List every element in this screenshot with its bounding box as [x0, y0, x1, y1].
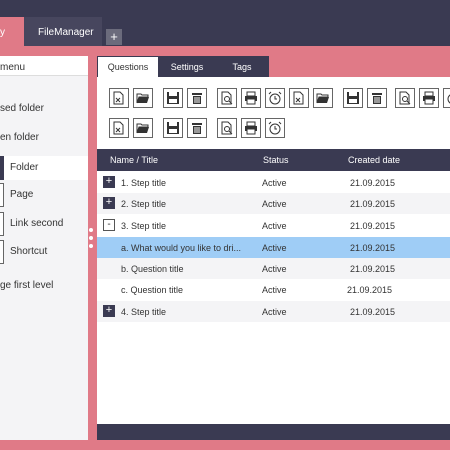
folder-open-icon[interactable] [133, 88, 153, 108]
tab-filemanager-label: FileManager [38, 27, 94, 38]
type-item-label: Shortcut [10, 246, 48, 257]
type-item-folder[interactable]: Folder [0, 156, 88, 180]
row-title: a. What would you like to dri... [121, 243, 242, 253]
row-status: Active [262, 264, 287, 274]
type-folder-marker [0, 156, 4, 180]
expand-icon[interactable]: + [103, 197, 115, 209]
add-tab-button[interactable]: + [106, 29, 122, 45]
save-icon[interactable] [163, 118, 183, 138]
row-title: 3. Step title [121, 221, 167, 231]
table-row-selected[interactable]: a. What would you like to dri... Active … [97, 237, 450, 258]
tab-questions-label: Questions [107, 62, 149, 72]
column-header-title[interactable]: Name / Title [110, 155, 158, 165]
save-icon[interactable] [343, 88, 363, 108]
table-row[interactable]: b. Question title Active 21.09.2015 [97, 258, 450, 279]
table-row[interactable]: + 2. Step title Active 21.09.2015 [97, 193, 450, 214]
row-status: Active [262, 285, 287, 295]
left-item-label: sed folder [0, 103, 44, 114]
drag-dot [89, 244, 93, 248]
row-title: 1. Step title [121, 178, 167, 188]
left-footer-label: ge first level [0, 280, 54, 291]
row-status: Active [262, 178, 287, 188]
type-page-marker [0, 183, 4, 207]
row-title: b. Question title [121, 264, 184, 274]
trash-icon[interactable] [187, 118, 207, 138]
print-icon[interactable] [419, 88, 439, 108]
expand-icon[interactable]: + [103, 305, 115, 317]
drag-dot [89, 236, 93, 240]
row-date: 21.09.2015 [350, 264, 396, 274]
save-icon[interactable] [163, 88, 183, 108]
expand-icon[interactable]: + [103, 176, 115, 188]
tab-questions[interactable]: Questions [97, 56, 159, 77]
row-date: 21.09.2015 [347, 285, 393, 295]
tab-tags-label: Tags [232, 62, 252, 72]
left-footer-item[interactable]: ge first level [0, 280, 53, 291]
type-item-label: Link second [10, 218, 64, 229]
table-row[interactable]: c. Question title Active 21.09.2015 [97, 279, 450, 300]
trash-icon[interactable] [367, 88, 387, 108]
type-item-label: Page [10, 189, 34, 200]
left-item-closed-folder[interactable]: sed folder [0, 103, 44, 114]
table-header: Name / Title Status Created date [97, 149, 450, 171]
left-panel-header: menu [0, 56, 88, 76]
tab-settings-label: Settings [170, 62, 204, 72]
panel-resize-handle[interactable] [89, 228, 94, 252]
folder-open-icon[interactable] [313, 88, 333, 108]
file-search-icon[interactable] [217, 118, 237, 138]
column-header-status[interactable]: Status [263, 155, 289, 165]
tab-active-label: y [0, 27, 5, 38]
row-date: 21.09.2015 [350, 307, 396, 317]
file-delete-icon[interactable] [109, 88, 129, 108]
type-item-page[interactable]: Page [0, 183, 88, 207]
toolbar [97, 77, 450, 149]
file-search-icon[interactable] [395, 88, 415, 108]
tab-active[interactable]: y [0, 17, 24, 46]
collapse-icon[interactable]: - [103, 219, 115, 231]
type-link-marker [0, 212, 4, 236]
column-header-date[interactable]: Created date [348, 155, 400, 165]
type-shortcut-marker [0, 240, 4, 264]
alarm-clock-icon[interactable] [265, 88, 285, 108]
type-item-label: Folder [10, 162, 39, 173]
left-item-label: en folder [0, 132, 39, 143]
table-row[interactable]: - 3. Step title Active 21.09.2015 [97, 215, 450, 236]
row-date: 21.09.2015 [350, 243, 396, 253]
row-date: 21.09.2015 [350, 199, 396, 209]
alarm-clock-icon[interactable] [443, 88, 450, 108]
file-search-icon[interactable] [217, 88, 237, 108]
folder-open-icon[interactable] [133, 118, 153, 138]
row-title: c. Question title [121, 285, 184, 295]
left-panel-header-label: menu [0, 62, 26, 73]
type-item-shortcut[interactable]: Shortcut [0, 240, 88, 264]
tab-filemanager[interactable]: FileManager [24, 17, 102, 46]
main-footer-bar [97, 424, 450, 440]
tab-tags[interactable]: Tags [215, 56, 269, 77]
file-delete-icon[interactable] [109, 118, 129, 138]
row-title: 2. Step title [121, 199, 167, 209]
left-panel: menu sed folder en folder Folder Page Li… [0, 56, 88, 440]
trash-icon[interactable] [187, 88, 207, 108]
drag-dot [89, 228, 93, 232]
left-item-open-folder[interactable]: en folder [0, 132, 39, 143]
type-item-link-second[interactable]: Link second [0, 212, 88, 236]
row-status: Active [262, 307, 287, 317]
file-delete-icon[interactable] [289, 88, 309, 108]
table-row[interactable]: + 1. Step title Active 21.09.2015 [97, 172, 450, 193]
table-row[interactable]: + 4. Step title Active 21.09.2015 [97, 301, 450, 322]
row-status: Active [262, 243, 287, 253]
row-title: 4. Step title [121, 307, 167, 317]
alarm-clock-icon[interactable] [265, 118, 285, 138]
tab-settings[interactable]: Settings [159, 56, 215, 77]
row-date: 21.09.2015 [350, 178, 396, 188]
subtab-bar: Questions Settings Tags [97, 56, 450, 77]
row-date: 21.09.2015 [350, 221, 396, 231]
row-status: Active [262, 199, 287, 209]
print-icon[interactable] [241, 118, 261, 138]
window-bottom-edge [0, 440, 450, 450]
main-panel: Questions Settings Tags Name / Title Sta… [97, 56, 450, 440]
row-status: Active [262, 221, 287, 231]
print-icon[interactable] [241, 88, 261, 108]
window-topbar: y FileManager + [0, 0, 450, 46]
